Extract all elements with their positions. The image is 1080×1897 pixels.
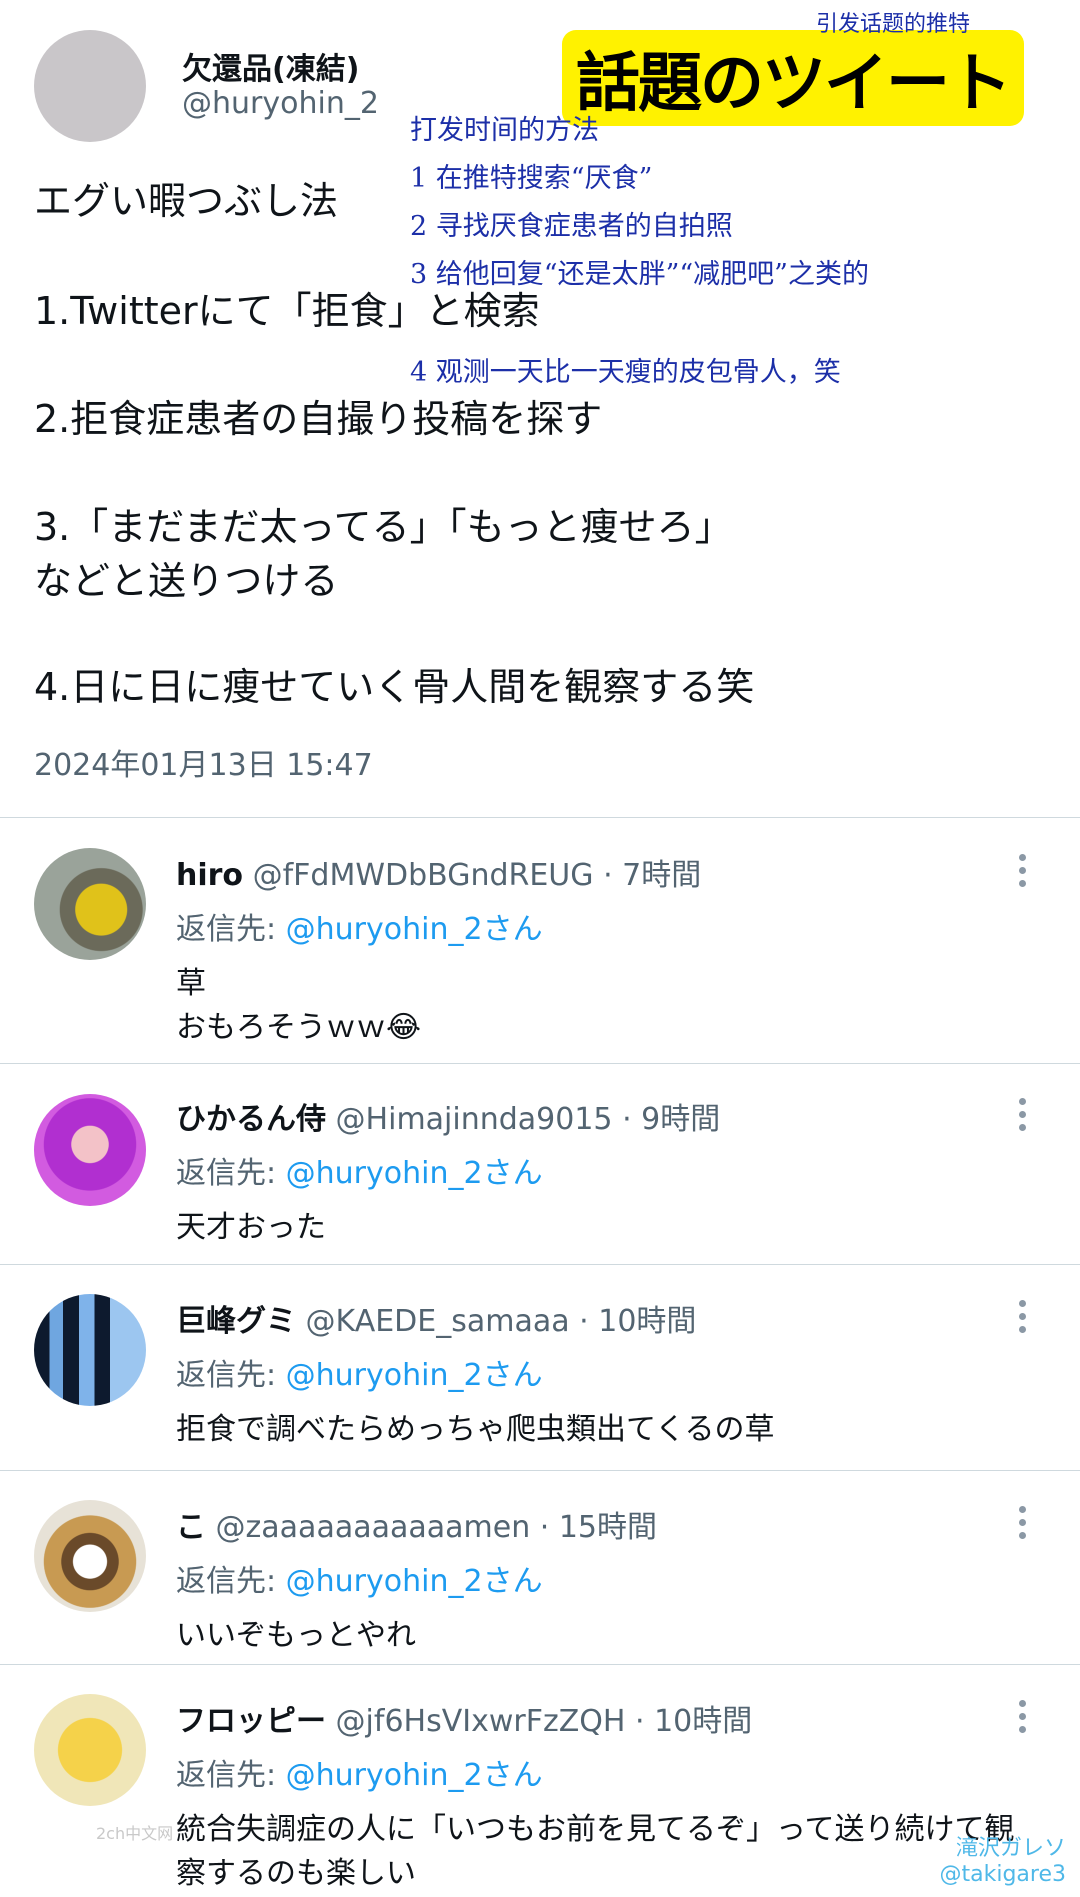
reply-header: ひかるん侍 @Himajinnda9015 · 9時間 <box>176 1094 720 1138</box>
reply-text: 拒食で調べたらめっちゃ爬虫類出てくるの草 <box>176 1412 775 1447</box>
reply-header: hiro @fFdMWDbBGndREUG · 7時間 <box>176 850 701 894</box>
reply-to-mention[interactable]: @huryohin_2さん <box>286 1156 543 1191</box>
reply-author-handle[interactable]: @jf6HsVIxwrFzZQH <box>336 1704 626 1739</box>
more-options-icon[interactable] <box>1016 1506 1028 1545</box>
reply-text: 天才おった <box>176 1210 326 1245</box>
tweet-text-line: 3.「まだまだ太ってる」「もっと痩せろ」 <box>34 505 733 549</box>
author-watermark: 滝沢ガレソ @takigare3 <box>940 1836 1067 1888</box>
author-name[interactable]: 欠還品(凍結) <box>182 44 359 88</box>
reply-author-handle[interactable]: @fFdMWDbBGndREUG <box>253 858 594 893</box>
reply-author-name[interactable]: フロッピー <box>176 1704 326 1739</box>
reply-to-line: 返信先: @huryohin_2さん <box>176 1556 543 1600</box>
author-handle[interactable]: @huryohin_2 <box>182 86 379 121</box>
reply-to-line: 返信先: @huryohin_2さん <box>176 904 543 948</box>
reply-to-label: 返信先: <box>176 1564 277 1599</box>
reply-author-name[interactable]: hiro <box>176 858 243 893</box>
divider <box>0 1264 1080 1265</box>
reply-to-mention[interactable]: @huryohin_2さん <box>286 1358 543 1393</box>
reply-text: 統合失調症の人に「いつもお前を見てるぞ」って送り続けて観 <box>176 1812 1015 1847</box>
reply-to-line: 返信先: @huryohin_2さん <box>176 1148 543 1192</box>
tweet-text-line: エグい暇つぶし法 <box>34 179 339 223</box>
reply-time[interactable]: · 10時間 <box>635 1704 752 1739</box>
psyduck-avatar[interactable] <box>34 1694 146 1806</box>
translation-line: 2 寻找厌食症患者的自拍照 <box>410 211 733 242</box>
tweet-text-line: 2.拒食症患者の自撮り投稿を探す <box>34 397 603 441</box>
reply-to-mention[interactable]: @huryohin_2さん <box>286 1564 543 1599</box>
tweet-timestamp[interactable]: 2024年01月13日 15:47 <box>34 740 373 784</box>
reply-author-name[interactable]: ひかるん侍 <box>176 1102 326 1137</box>
reply-to-label: 返信先: <box>176 1358 277 1393</box>
reply-to-line: 返信先: @huryohin_2さん <box>176 1350 543 1394</box>
reply-header: フロッピー @jf6HsVIxwrFzZQH · 10時間 <box>176 1696 752 1740</box>
window-sky-avatar[interactable] <box>34 1294 146 1406</box>
reply-to-label: 返信先: <box>176 1156 277 1191</box>
reply-time[interactable]: · 7時間 <box>603 858 701 893</box>
reply-author-handle[interactable]: @zaaaaaaaaaaamen <box>216 1510 531 1545</box>
reply-author-name[interactable]: 巨峰グミ <box>176 1304 296 1339</box>
reply-header: こ @zaaaaaaaaaaamen · 15時間 <box>176 1502 657 1546</box>
reply-to-line: 返信先: @huryohin_2さん <box>176 1750 543 1794</box>
divider <box>0 1063 1080 1064</box>
reply-header: 巨峰グミ @KAEDE_samaaa · 10時間 <box>176 1296 696 1340</box>
reply-text: 草 <box>176 966 206 1001</box>
more-options-icon[interactable] <box>1016 1300 1028 1339</box>
translation-line: 4 观测一天比一天瘦的皮包骨人，笑 <box>410 357 841 388</box>
cartoon-character-avatar[interactable] <box>34 1500 146 1612</box>
author-avatar[interactable] <box>34 30 146 142</box>
divider <box>0 1470 1080 1471</box>
reply-author-name[interactable]: こ <box>176 1510 206 1545</box>
reply-author-handle[interactable]: @Himajinnda9015 <box>336 1102 613 1137</box>
translation-line: 打发时间的方法 <box>410 115 599 146</box>
reply-author-handle[interactable]: @KAEDE_samaaa <box>306 1304 570 1339</box>
tweet-text-line: などと送りつける <box>34 559 339 603</box>
divider <box>0 817 1080 818</box>
reply-to-label: 返信先: <box>176 1758 277 1793</box>
car-photo-avatar[interactable] <box>34 848 146 960</box>
reply-text: おもろそうｗｗ😂 <box>176 1010 422 1045</box>
banner-note: 引发话题的推特 <box>816 12 971 37</box>
tweet-text-line: 4.日に日に痩せていく骨人間を観察する笑 <box>34 665 755 709</box>
site-watermark: 2ch中文网 <box>96 1824 174 1843</box>
reply-to-mention[interactable]: @huryohin_2さん <box>286 1758 543 1793</box>
more-options-icon[interactable] <box>1016 1700 1028 1739</box>
more-options-icon[interactable] <box>1016 1098 1028 1137</box>
translation-line: 1 在推特搜索“厌食” <box>410 163 653 194</box>
more-options-icon[interactable] <box>1016 854 1028 893</box>
reply-text: いいぞもっとやれ <box>176 1618 416 1653</box>
person-photo-avatar[interactable] <box>34 1094 146 1206</box>
reply-text: 察するのも楽しい <box>176 1856 416 1891</box>
divider <box>0 1664 1080 1665</box>
watermark-handle: @takigare3 <box>939 1862 1067 1887</box>
topic-banner: 話題のツイート <box>562 30 1024 126</box>
reply-time[interactable]: · 10時間 <box>579 1304 696 1339</box>
reply-time[interactable]: · 15時間 <box>540 1510 657 1545</box>
reply-to-label: 返信先: <box>176 912 277 947</box>
translation-line: 3 给他回复“还是太胖”“减肥吧”之类的 <box>410 259 869 290</box>
reply-to-mention[interactable]: @huryohin_2さん <box>286 912 543 947</box>
watermark-name: 滝沢ガレソ <box>955 1836 1066 1861</box>
reply-time[interactable]: · 9時間 <box>622 1102 720 1137</box>
